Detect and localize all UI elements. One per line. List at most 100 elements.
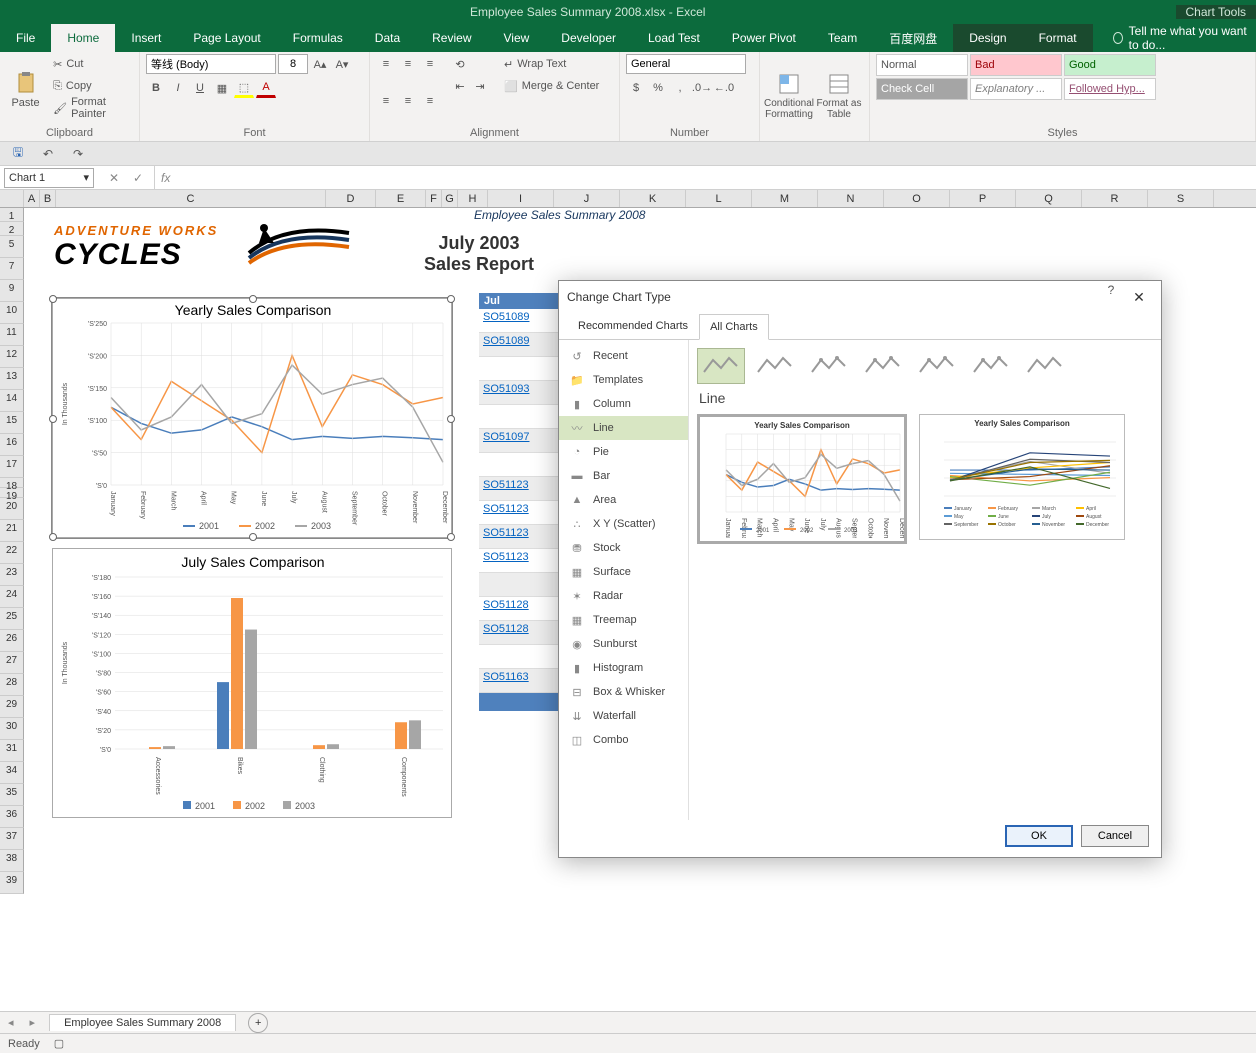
ok-button[interactable]: OK: [1005, 825, 1073, 847]
order-link[interactable]: SO51128: [483, 599, 529, 611]
style-followed-hyperlink[interactable]: Followed Hyp...: [1064, 78, 1156, 100]
col-header-L[interactable]: L: [686, 190, 752, 207]
row-header-14[interactable]: 14: [0, 390, 24, 412]
decrease-decimal-icon[interactable]: ←.0: [714, 78, 734, 98]
cut-button[interactable]: ✂Cut: [49, 54, 133, 74]
row-header-25[interactable]: 25: [0, 608, 24, 630]
align-middle-icon[interactable]: ≡: [398, 54, 418, 74]
chart-category-line[interactable]: 〰Line: [559, 416, 688, 440]
chart-category-area[interactable]: ▲Area: [559, 488, 688, 512]
row-header-18[interactable]: 18: [0, 478, 24, 488]
style-good[interactable]: Good: [1064, 54, 1156, 76]
row-header-22[interactable]: 22: [0, 542, 24, 564]
underline-button[interactable]: U: [190, 78, 210, 98]
col-header-N[interactable]: N: [818, 190, 884, 207]
save-button[interactable]: 🖫: [8, 144, 28, 164]
col-header-D[interactable]: D: [326, 190, 376, 207]
row-header-13[interactable]: 13: [0, 368, 24, 390]
increase-indent-icon[interactable]: ⇥: [470, 76, 490, 96]
row-header-23[interactable]: 23: [0, 564, 24, 586]
row-header-31[interactable]: 31: [0, 740, 24, 762]
july-sales-chart[interactable]: July Sales Comparison'S'0'S'20'S'40'S'60…: [52, 548, 452, 818]
col-header-M[interactable]: M: [752, 190, 818, 207]
row-header-1[interactable]: 1: [0, 208, 24, 222]
row-header-11[interactable]: 11: [0, 324, 24, 346]
line-subtype-4[interactable]: [913, 348, 961, 384]
chart-category-treemap[interactable]: ▦Treemap: [559, 608, 688, 632]
row-header-28[interactable]: 28: [0, 674, 24, 696]
row-header-34[interactable]: 34: [0, 762, 24, 784]
macro-record-icon[interactable]: ▢: [54, 1037, 64, 1050]
dialog-help-button[interactable]: ?: [1097, 283, 1125, 311]
order-link[interactable]: SO51089: [483, 311, 529, 323]
line-subtype-6[interactable]: [1021, 348, 1069, 384]
font-size-select[interactable]: [278, 54, 308, 74]
increase-decimal-icon[interactable]: .0→: [692, 78, 712, 98]
paste-button[interactable]: Paste: [6, 54, 45, 125]
style-check-cell[interactable]: Check Cell: [876, 78, 968, 100]
tab-formulas[interactable]: Formulas: [277, 24, 359, 52]
tab-power-pivot[interactable]: Power Pivot: [716, 24, 812, 52]
style-bad[interactable]: Bad: [970, 54, 1062, 76]
align-top-icon[interactable]: ≡: [376, 54, 396, 74]
tab-format[interactable]: Format: [1023, 24, 1093, 52]
copy-button[interactable]: ⎘Copy: [49, 76, 133, 96]
font-name-select[interactable]: [146, 54, 276, 74]
row-header-15[interactable]: 15: [0, 412, 24, 434]
order-link[interactable]: SO51123: [483, 479, 529, 491]
chart-category-templates[interactable]: 📁Templates: [559, 368, 688, 392]
wrap-text-button[interactable]: ↵Wrap Text: [500, 54, 603, 74]
cancel-formula-icon[interactable]: ✕: [104, 168, 124, 188]
chart-category-bar[interactable]: ▬Bar: [559, 464, 688, 488]
row-header-7[interactable]: 7: [0, 258, 24, 280]
border-button[interactable]: ▦: [212, 78, 232, 98]
name-box[interactable]: Chart 1 ▾: [4, 168, 94, 188]
dialog-tab-recommended[interactable]: Recommended Charts: [567, 313, 699, 339]
tab-view[interactable]: View: [488, 24, 546, 52]
col-header-J[interactable]: J: [554, 190, 620, 207]
dialog-close-button[interactable]: ✕: [1125, 283, 1153, 311]
redo-button[interactable]: ↷: [68, 144, 88, 164]
cancel-button[interactable]: Cancel: [1081, 825, 1149, 847]
tab-baidu[interactable]: 百度网盘: [873, 24, 953, 52]
col-header-P[interactable]: P: [950, 190, 1016, 207]
align-bottom-icon[interactable]: ≡: [420, 54, 440, 74]
col-header-F[interactable]: F: [426, 190, 442, 207]
chart-category-histogram[interactable]: ▮Histogram: [559, 656, 688, 680]
fx-icon[interactable]: fx: [155, 171, 176, 185]
row-header-35[interactable]: 35: [0, 784, 24, 806]
formula-input[interactable]: [176, 168, 1256, 188]
align-center-icon[interactable]: ≡: [398, 91, 418, 111]
decrease-font-icon[interactable]: A▾: [332, 54, 352, 74]
conditional-formatting-button[interactable]: Conditional Formatting: [766, 54, 812, 137]
cell-styles-gallery[interactable]: Normal Bad Good Check Cell Explanatory .…: [876, 54, 1156, 125]
row-header-21[interactable]: 21: [0, 520, 24, 542]
sheet-nav-prev[interactable]: ◂: [0, 1016, 22, 1029]
bold-button[interactable]: B: [146, 78, 166, 98]
currency-icon[interactable]: $: [626, 78, 646, 98]
col-header-H[interactable]: H: [458, 190, 488, 207]
chart-preview-1[interactable]: Yearly Sales Comparison JanuaryFebruaryM…: [697, 414, 907, 544]
decrease-indent-icon[interactable]: ⇤: [450, 76, 470, 96]
order-link[interactable]: SO51097: [483, 431, 529, 443]
tab-data[interactable]: Data: [359, 24, 416, 52]
format-painter-button[interactable]: 🖌Format Painter: [49, 98, 133, 118]
line-subtype-5[interactable]: [967, 348, 1015, 384]
chart-preview-2[interactable]: Yearly Sales Comparison JanuaryFebruaryM…: [919, 414, 1125, 540]
sheet-nav-next[interactable]: ▸: [22, 1016, 44, 1029]
undo-button[interactable]: ↶: [38, 144, 58, 164]
tab-file[interactable]: File: [0, 24, 51, 52]
chart-category-sunburst[interactable]: ◉Sunburst: [559, 632, 688, 656]
col-header-K[interactable]: K: [620, 190, 686, 207]
col-header-S[interactable]: S: [1148, 190, 1214, 207]
number-format-select[interactable]: [626, 54, 746, 74]
order-link[interactable]: SO51089: [483, 335, 529, 347]
chart-category-x-y-scatter-[interactable]: ∴X Y (Scatter): [559, 512, 688, 536]
row-header-5[interactable]: 5: [0, 236, 24, 258]
line-subtype-1[interactable]: [751, 348, 799, 384]
row-header-2[interactable]: 2: [0, 222, 24, 236]
dialog-tab-all-charts[interactable]: All Charts: [699, 314, 769, 340]
row-header-12[interactable]: 12: [0, 346, 24, 368]
row-header-20[interactable]: 20: [0, 498, 24, 520]
enter-formula-icon[interactable]: ✓: [128, 168, 148, 188]
